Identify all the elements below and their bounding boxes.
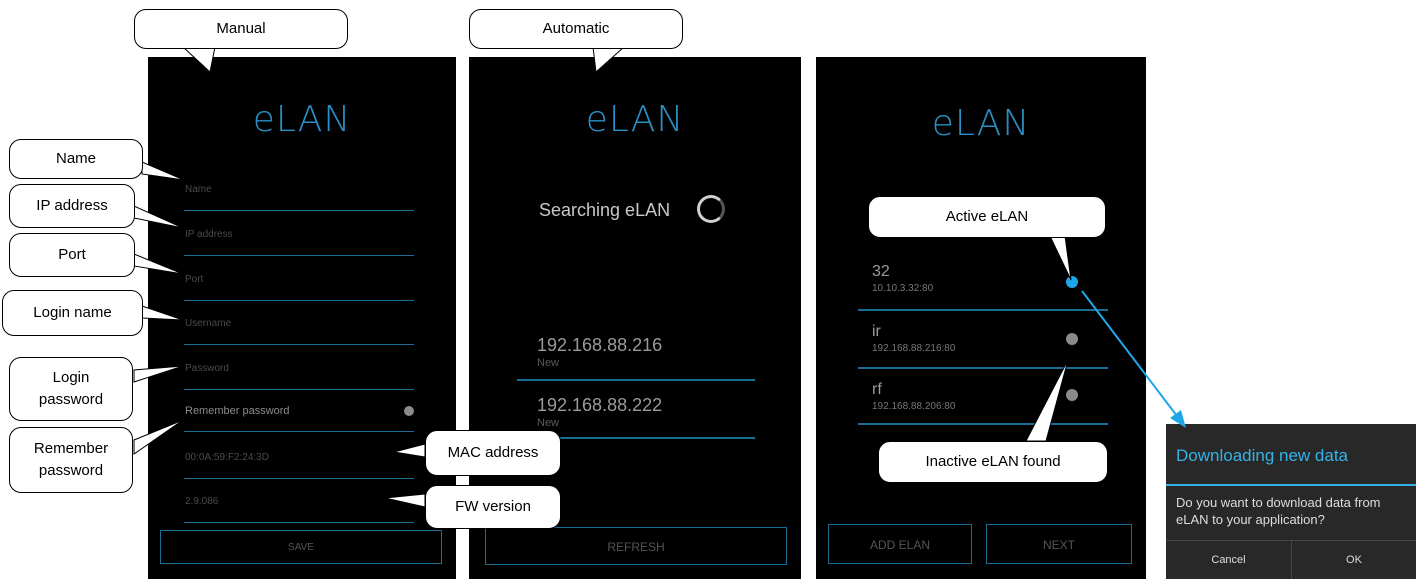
callout-active-elan: Active eLAN <box>868 196 1106 238</box>
callout-fw-version: FW version <box>425 485 561 529</box>
callout-remember-password: Remember password <box>9 427 133 493</box>
callout-automatic: Automatic <box>469 9 683 49</box>
callout-login-name: Login name <box>2 290 143 336</box>
callout-name: Name <box>9 139 143 179</box>
callout-port: Port <box>9 233 135 277</box>
callout-pointers <box>133 46 1186 508</box>
callout-mac-address: MAC address <box>425 430 561 476</box>
callout-ip: IP address <box>9 184 135 228</box>
callout-manual: Manual <box>134 9 348 49</box>
callout-login-password: Login password <box>9 357 133 421</box>
callout-inactive-elan: Inactive eLAN found <box>878 441 1108 483</box>
